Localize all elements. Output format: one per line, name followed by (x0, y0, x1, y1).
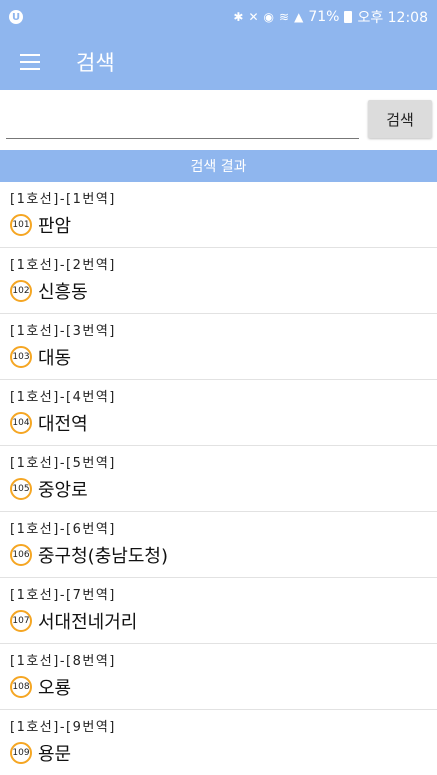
line-label: [1호선]-[3번역] (10, 324, 116, 339)
status-time: 오후 12:08 (357, 10, 428, 26)
station-row: 101 판암 (10, 212, 71, 238)
station-name: 오룡 (38, 678, 72, 699)
line-label: [1호선]-[7번역] (10, 588, 116, 603)
station-number-badge: 104 (10, 412, 32, 434)
station-name: 판암 (38, 216, 72, 237)
battery-percent: 71% (308, 9, 340, 25)
search-row: 검색 (0, 90, 437, 148)
status-left: U (9, 10, 23, 24)
line-label: [1호선]-[4번역] (10, 390, 116, 405)
list-item[interactable]: [1호선]-[2번역] 102 신흥동 (0, 248, 437, 314)
line-label: [1호선]-[5번역] (10, 456, 116, 471)
station-name: 대전역 (38, 414, 88, 435)
alarm-icon: ◉ (263, 10, 275, 24)
station-row: 107 서대전네거리 (10, 608, 137, 634)
station-row: 109 용문 (10, 740, 71, 766)
results-header: 검색 결과 (0, 150, 437, 182)
wifi-icon: ≋ (279, 10, 290, 24)
station-number-badge: 105 (10, 478, 32, 500)
station-row: 103 대동 (10, 344, 71, 370)
station-name: 중구청(충남도청) (38, 546, 168, 567)
page-title: 검색 (76, 51, 115, 75)
station-number-badge: 102 (10, 280, 32, 302)
list-item[interactable]: [1호선]-[9번역] 109 용문 (0, 710, 437, 775)
mute-icon: ✕ (248, 10, 259, 24)
line-label: [1호선]-[2번역] (10, 258, 116, 273)
station-name: 중앙로 (38, 480, 88, 501)
station-number-badge: 107 (10, 610, 32, 632)
search-button[interactable]: 검색 (368, 100, 432, 138)
signal-icon: ▲ (294, 10, 304, 24)
station-number-badge: 101 (10, 214, 32, 236)
station-number-badge: 108 (10, 676, 32, 698)
station-row: 106 중구청(충남도청) (10, 542, 168, 568)
station-row: 102 신흥동 (10, 278, 88, 304)
results-list: [1호선]-[1번역] 101 판암 [1호선]-[2번역] 102 신흥동 [… (0, 182, 437, 775)
app-icon: U (9, 10, 23, 24)
list-item[interactable]: [1호선]-[7번역] 107 서대전네거리 (0, 578, 437, 644)
station-number-badge: 106 (10, 544, 32, 566)
station-row: 104 대전역 (10, 410, 88, 436)
station-number-badge: 109 (10, 742, 32, 764)
list-item[interactable]: [1호선]-[3번역] 103 대동 (0, 314, 437, 380)
list-item[interactable]: [1호선]-[8번역] 108 오룡 (0, 644, 437, 710)
station-row: 105 중앙로 (10, 476, 88, 502)
list-item[interactable]: [1호선]-[5번역] 105 중앙로 (0, 446, 437, 512)
search-input[interactable] (6, 116, 359, 139)
line-label: [1호선]-[6번역] (10, 522, 116, 537)
hamburger-menu-icon[interactable] (0, 34, 56, 90)
list-item[interactable]: [1호선]-[4번역] 104 대전역 (0, 380, 437, 446)
station-row: 108 오룡 (10, 674, 71, 700)
status-right: ✱ ✕ ◉ ≋ ▲ 71% 오후 12:08 (233, 7, 428, 27)
list-item[interactable]: [1호선]-[6번역] 106 중구청(충남도청) (0, 512, 437, 578)
app-bar: 검색 (0, 34, 437, 90)
battery-icon (344, 11, 353, 23)
station-name: 용문 (38, 744, 72, 765)
station-number-badge: 103 (10, 346, 32, 368)
status-bar: U ✱ ✕ ◉ ≋ ▲ 71% 오후 12:08 (0, 0, 437, 34)
station-name: 대동 (38, 348, 72, 369)
station-name: 신흥동 (38, 282, 88, 303)
bluetooth-icon: ✱ (233, 10, 244, 24)
line-label: [1호선]-[8번역] (10, 654, 116, 669)
station-name: 서대전네거리 (38, 612, 138, 633)
list-item[interactable]: [1호선]-[1번역] 101 판암 (0, 182, 437, 248)
line-label: [1호선]-[9번역] (10, 720, 116, 735)
line-label: [1호선]-[1번역] (10, 192, 116, 207)
